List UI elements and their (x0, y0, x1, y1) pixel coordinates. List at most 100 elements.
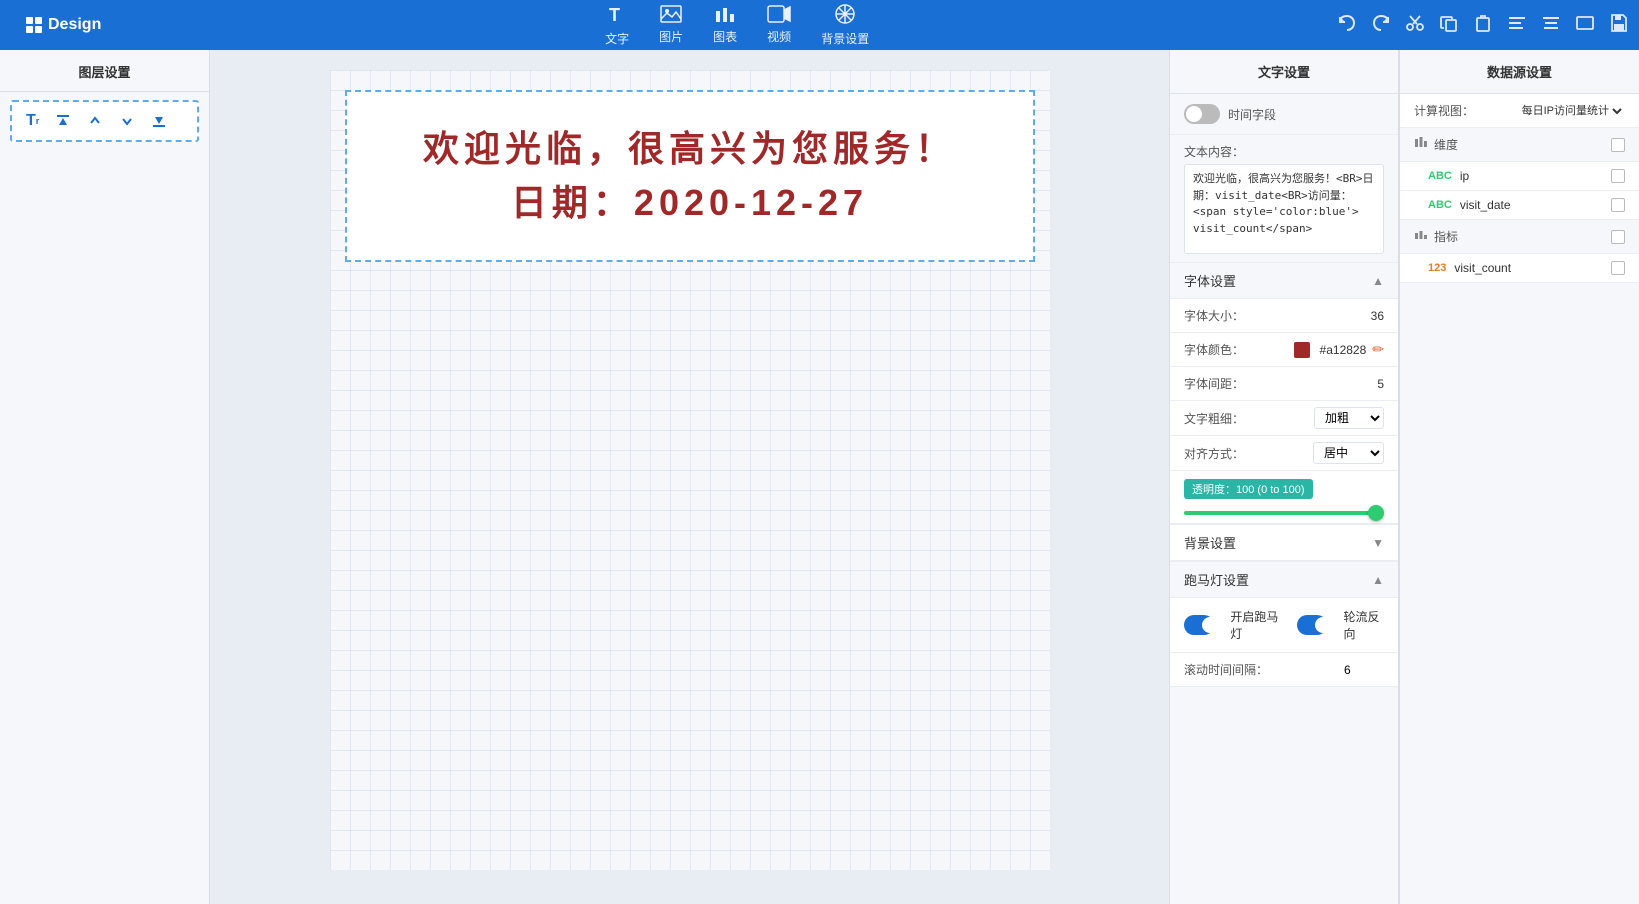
bg-settings-header[interactable]: 背景设置 ▼ (1170, 524, 1398, 561)
save-button[interactable] (1609, 13, 1629, 38)
scroll-interval-input[interactable]: 6 (1344, 663, 1384, 677)
paste-button[interactable] (1473, 13, 1493, 38)
align-label: 对齐方式： (1184, 445, 1313, 462)
text-element[interactable]: 欢迎光临，很高兴为您服务！ 日期：2020-12-27 (345, 90, 1035, 262)
tool-chart[interactable]: 图表 (713, 5, 737, 45)
chart-tool-icon (714, 5, 736, 26)
logo-icon (26, 17, 42, 33)
metrics-icon (1414, 228, 1428, 245)
resize-button[interactable] (1575, 13, 1595, 38)
font-weight-select[interactable]: 加粗 正常 细体 (1314, 407, 1384, 429)
marquee-reverse-toggle[interactable] (1297, 615, 1327, 635)
metrics-header: 指标 (1400, 220, 1639, 254)
dimensions-checkbox[interactable] (1611, 138, 1625, 152)
redo-button[interactable] (1371, 13, 1391, 38)
copy-button[interactable] (1439, 13, 1459, 38)
font-weight-row: 文字粗细： 加粗 正常 细体 (1170, 401, 1398, 436)
font-size-row: 字体大小： 36 (1170, 299, 1398, 333)
tool-image[interactable]: 图片 (659, 5, 683, 45)
chart-tool-label: 图表 (713, 28, 737, 45)
text-content-textarea[interactable]: 欢迎光临，很高兴为您服务！<BR>日期：visit_date<BR>访问量：<s… (1184, 164, 1384, 254)
align-select[interactable]: 居中 左对齐 右对齐 (1313, 442, 1384, 464)
ip-checkbox[interactable] (1611, 169, 1625, 183)
marquee-start-toggle[interactable] (1184, 615, 1214, 635)
calc-view-row: 计算视图： 每日IP访问量统计 (1400, 94, 1639, 128)
font-color-row: 字体颜色： #a12828 ✏ (1170, 333, 1398, 367)
ip-row: ABC ip (1400, 162, 1639, 191)
opacity-badge: 透明度：100 (0 to 100) (1184, 479, 1313, 499)
font-color-label: 字体颜色： (1184, 341, 1294, 358)
opacity-container: 透明度：100 (0 to 100) (1170, 471, 1398, 524)
toolbar: Design T 文字 图片 图表 视频 (0, 0, 1639, 50)
text-tool-label: 文字 (605, 30, 629, 47)
layer-move-up-button[interactable] (83, 111, 107, 131)
align-left-button[interactable] (1507, 13, 1527, 38)
layer-move-bottom-button[interactable] (147, 111, 171, 131)
opacity-slider-thumb[interactable] (1368, 505, 1384, 521)
layer-text-button[interactable]: Tr (22, 110, 43, 132)
metrics-checkbox[interactable] (1611, 230, 1625, 244)
left-panel: 图层设置 Tr (0, 50, 210, 904)
align-row: 对齐方式： 居中 左对齐 右对齐 (1170, 436, 1398, 471)
scroll-interval-label: 滚动时间间隔： (1184, 661, 1344, 678)
left-panel-title: 图层设置 (0, 50, 209, 92)
video-tool-icon (767, 5, 791, 26)
marquee-toggle-row: 开启跑马灯 轮流反向 (1170, 598, 1398, 653)
font-color-value: #a12828 (1320, 343, 1367, 357)
layer-move-top-button[interactable] (51, 111, 75, 131)
opacity-slider-track[interactable] (1184, 511, 1384, 515)
marquee-settings-label: 跑马灯设置 (1184, 570, 1249, 589)
font-color-dot (1294, 342, 1310, 358)
image-tool-icon (660, 5, 682, 26)
canvas-area: 欢迎光临，很高兴为您服务！ 日期：2020-12-27 (210, 50, 1169, 904)
text-element-line1: 欢迎光临，很高兴为您服务！ (367, 122, 1013, 176)
font-color-edit-icon[interactable]: ✏ (1372, 341, 1384, 358)
font-size-label: 字体大小： (1184, 307, 1324, 324)
visit-count-type-icon: 123 (1428, 262, 1446, 274)
main-layout: 图层设置 Tr 欢迎光临，很高兴为您服务！ 日期：2020-12-27 (0, 50, 1639, 904)
visit-date-checkbox[interactable] (1611, 198, 1625, 212)
tool-background[interactable]: 背景设置 (821, 3, 869, 47)
time-field-toggle[interactable] (1184, 104, 1220, 124)
marquee-settings-arrow: ▲ (1372, 573, 1384, 587)
dimensions-icon (1414, 136, 1428, 153)
font-spacing-row: 字体间距： 5 (1170, 367, 1398, 401)
background-tool-icon (834, 3, 856, 28)
font-settings-header[interactable]: 字体设置 ▲ (1170, 262, 1398, 299)
background-tool-label: 背景设置 (821, 30, 869, 47)
font-weight-label: 文字粗细： (1184, 410, 1314, 427)
font-settings-arrow: ▲ (1372, 274, 1384, 288)
svg-text:T: T (609, 5, 620, 25)
toolbar-tools: T 文字 图片 图表 视频 (137, 3, 1337, 47)
calc-dropdown[interactable]: 每日IP访问量统计 (1517, 104, 1625, 118)
logo-text: Design (48, 16, 101, 34)
align-center-button[interactable] (1541, 13, 1561, 38)
layer-move-down-button[interactable] (115, 111, 139, 131)
font-settings-label: 字体设置 (1184, 271, 1236, 290)
tool-video[interactable]: 视频 (767, 5, 791, 45)
bg-settings-arrow: ▼ (1372, 536, 1384, 550)
calc-label: 计算视图： (1414, 102, 1513, 119)
tool-text[interactable]: T 文字 (605, 3, 629, 47)
data-panel-title: 数据源设置 (1400, 50, 1639, 94)
marquee-reverse-label: 轮流反向 (1343, 608, 1384, 642)
logo[interactable]: Design (10, 16, 117, 34)
marquee-settings-header[interactable]: 跑马灯设置 ▲ (1170, 561, 1398, 598)
dimensions-header: 维度 (1400, 128, 1639, 162)
video-tool-label: 视频 (767, 28, 791, 45)
time-field-row: 时间字段 (1170, 94, 1398, 135)
cut-button[interactable] (1405, 13, 1425, 38)
content-label: 文本内容： (1170, 135, 1398, 164)
visit-date-label: visit_date (1460, 198, 1603, 212)
visit-date-type-icon: ABC (1428, 199, 1452, 211)
bg-settings-label: 背景设置 (1184, 533, 1236, 552)
time-field-label: 时间字段 (1228, 106, 1276, 123)
visit-count-row: 123 visit_count (1400, 254, 1639, 283)
opacity-slider-fill (1184, 511, 1384, 515)
font-size-input[interactable]: 36 (1324, 309, 1384, 323)
text-settings-title: 文字设置 (1170, 50, 1398, 94)
font-spacing-input[interactable]: 5 (1324, 377, 1384, 391)
visit-count-checkbox[interactable] (1611, 261, 1625, 275)
image-tool-label: 图片 (659, 28, 683, 45)
undo-button[interactable] (1337, 13, 1357, 38)
